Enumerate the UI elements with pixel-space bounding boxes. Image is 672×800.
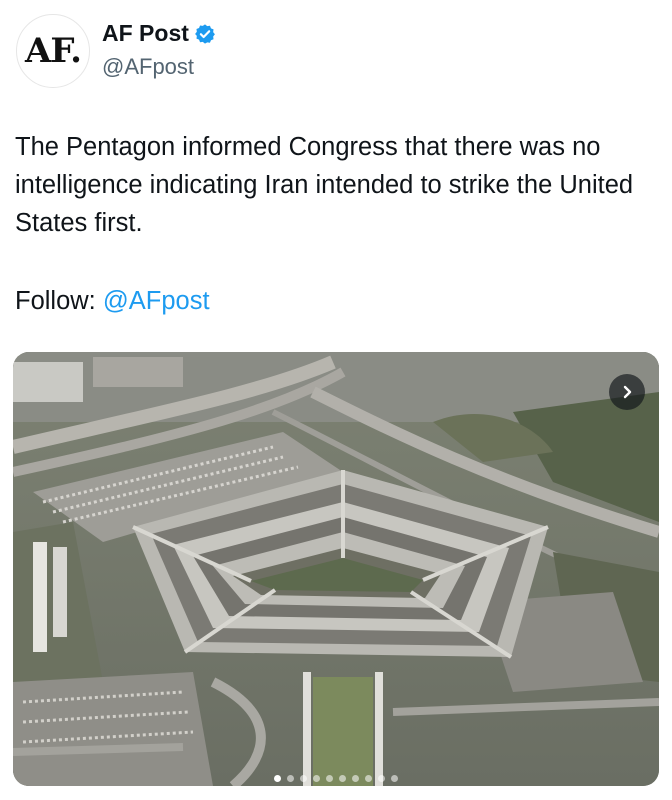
carousel-dot[interactable]	[313, 775, 320, 782]
display-name[interactable]: AF Post	[102, 20, 189, 47]
tweet-text: The Pentagon informed Congress that ther…	[15, 133, 634, 237]
carousel-dot[interactable]	[365, 775, 372, 782]
follow-line: Follow: @AFpost	[15, 282, 210, 320]
carousel-dot[interactable]	[300, 775, 307, 782]
carousel-dot[interactable]	[352, 775, 359, 782]
avatar-logo-text: AF.	[25, 31, 82, 71]
avatar[interactable]: AF.	[16, 14, 90, 88]
carousel-dot[interactable]	[378, 775, 385, 782]
tweet-media-photo[interactable]	[13, 352, 659, 786]
carousel-dot[interactable]	[287, 775, 294, 782]
verified-badge-icon	[194, 23, 216, 45]
carousel-page-dots	[13, 775, 659, 782]
follow-mention-link[interactable]: @AFpost	[103, 287, 210, 315]
tweet-header: AF. AF Post @AFpost	[16, 12, 656, 92]
next-image-button[interactable]	[609, 374, 645, 410]
carousel-dot[interactable]	[326, 775, 333, 782]
follow-label: Follow:	[15, 287, 96, 315]
carousel-dot[interactable]	[274, 775, 281, 782]
carousel-dot[interactable]	[339, 775, 346, 782]
aerial-photo	[13, 352, 659, 786]
carousel-dot[interactable]	[391, 775, 398, 782]
chevron-right-icon	[619, 384, 635, 400]
author-handle[interactable]: @AFpost	[102, 54, 194, 80]
author-name-row: AF Post	[102, 20, 216, 47]
